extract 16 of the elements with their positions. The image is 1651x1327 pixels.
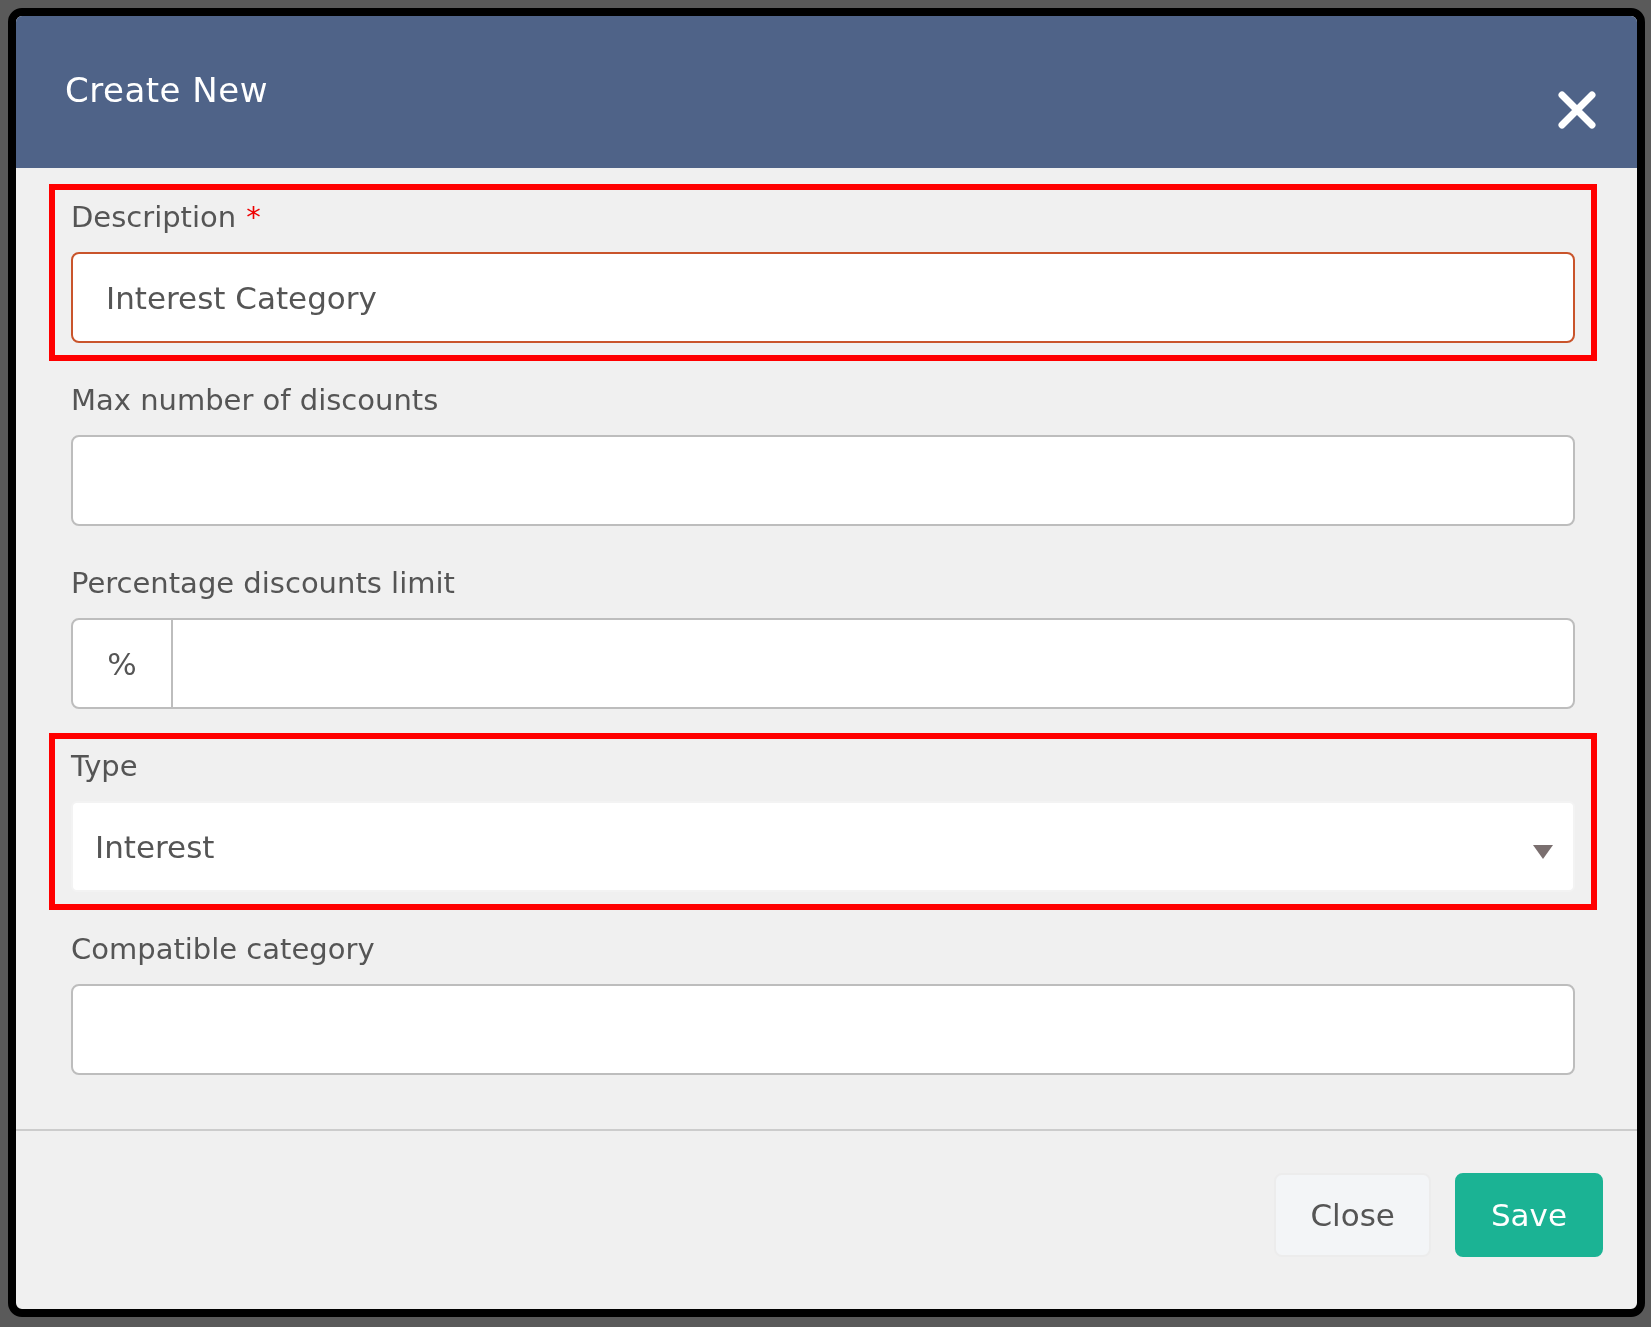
text-field[interactable] xyxy=(71,435,1575,526)
dialog-title: Create New xyxy=(65,70,268,110)
field-label: Compatible category xyxy=(71,932,376,966)
text-field[interactable] xyxy=(71,984,1575,1075)
required-mark: * xyxy=(246,200,261,234)
text-field[interactable]: Interest Category xyxy=(71,252,1575,343)
type-dropdown[interactable]: Interest xyxy=(71,801,1575,892)
caret-icon xyxy=(1533,844,1553,859)
field-label: Percentage discounts limit xyxy=(71,566,456,600)
close-icon[interactable] xyxy=(1557,90,1597,130)
percent-addon: % xyxy=(73,620,173,707)
percent-field[interactable]: % xyxy=(71,618,1575,709)
field-label: Description * xyxy=(71,200,262,234)
close-button[interactable]: Close xyxy=(1274,1173,1431,1257)
field-label: Type xyxy=(71,749,139,783)
field-label: Max number of discounts xyxy=(71,383,440,417)
